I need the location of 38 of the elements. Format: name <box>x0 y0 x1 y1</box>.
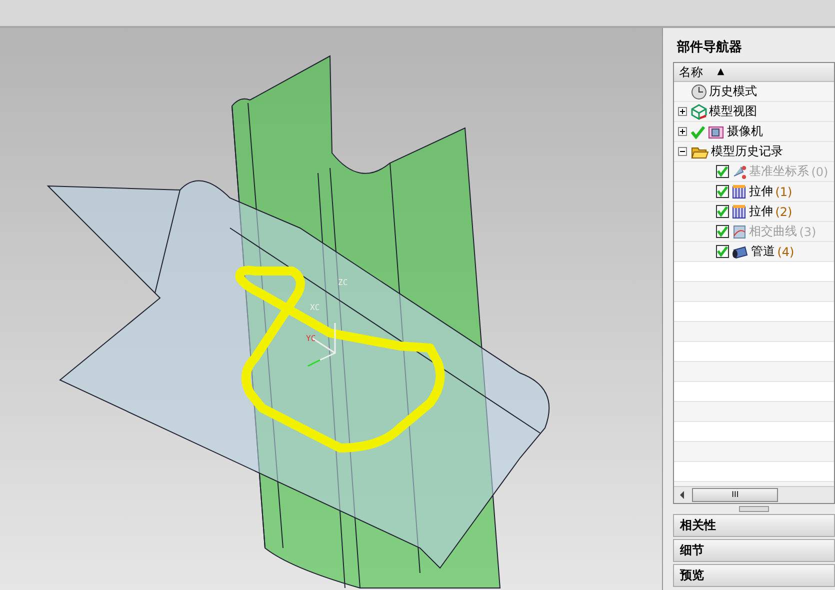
checkbox[interactable] <box>716 225 730 238</box>
scroll-thumb[interactable]: III <box>692 488 778 502</box>
checkbox[interactable] <box>716 185 730 198</box>
curve-icon <box>731 224 748 240</box>
section-header[interactable]: 预览 <box>673 564 835 587</box>
horizontal-scrollbar[interactable]: III <box>674 486 834 503</box>
node-count: (4) <box>777 244 794 258</box>
node-label[interactable]: 拉伸 <box>749 183 774 200</box>
scroll-left-icon[interactable] <box>680 491 684 499</box>
expand-icon[interactable] <box>678 107 688 116</box>
expand-icon[interactable] <box>678 127 688 136</box>
extrude-icon <box>731 204 748 220</box>
check-icon[interactable] <box>691 124 706 138</box>
node-count: (3) <box>799 224 816 238</box>
node-count: (2) <box>775 204 792 218</box>
section-header[interactable]: 相关性 <box>673 514 835 537</box>
node-label[interactable]: 历史模式 <box>709 83 758 100</box>
cube-icon <box>691 104 708 120</box>
column-header[interactable]: 名称 ▲ <box>674 63 834 82</box>
splitter-handle[interactable] <box>739 506 770 512</box>
panel-title: 部件导航器 <box>676 38 744 57</box>
node-label[interactable]: 拉伸 <box>749 203 774 220</box>
node-count: (0) <box>811 164 828 178</box>
axes-icon <box>731 164 748 180</box>
checkbox[interactable] <box>716 205 730 218</box>
checkbox[interactable] <box>716 165 730 178</box>
axis-label: XC <box>310 303 320 312</box>
extrude-icon <box>731 184 748 200</box>
section-header[interactable]: 细节 <box>673 539 835 562</box>
axis-label: YC <box>306 334 316 343</box>
collapse-icon[interactable] <box>678 147 688 156</box>
node-label[interactable]: 管道 <box>751 243 776 260</box>
node-label[interactable]: 摄像机 <box>727 123 764 140</box>
camera-icon <box>707 124 726 140</box>
node-count: (1) <box>775 184 792 198</box>
checkbox[interactable] <box>716 245 730 258</box>
pipe-icon <box>731 244 750 260</box>
axis-label: ZC <box>338 278 348 287</box>
